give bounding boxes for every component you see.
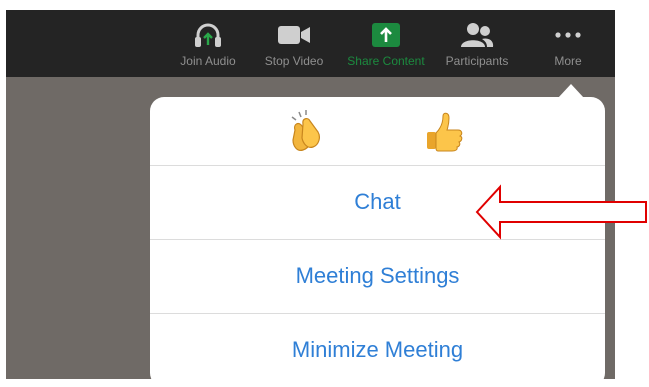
participants-icon — [460, 20, 494, 50]
more-label: More — [554, 54, 582, 68]
headphones-icon — [193, 20, 223, 50]
stop-video-label: Stop Video — [264, 54, 324, 68]
popover-pointer — [558, 84, 584, 98]
join-audio-label: Join Audio — [180, 54, 236, 68]
meeting-settings-menu-item[interactable]: Meeting Settings — [150, 240, 605, 312]
participants-label: Participants — [445, 54, 509, 68]
minimize-meeting-menu-item[interactable]: Minimize Meeting — [150, 314, 605, 386]
stop-video-button[interactable]: Stop Video — [256, 10, 332, 77]
share-content-button[interactable]: Share Content — [340, 10, 432, 77]
more-menu-popover: Chat Meeting Settings Minimize Meeting — [150, 97, 605, 387]
clapping-hands-icon[interactable] — [287, 110, 331, 154]
annotation-arrow-icon — [475, 184, 647, 240]
join-audio-button[interactable]: Join Audio — [170, 10, 246, 77]
more-dots-icon — [553, 20, 583, 50]
share-screen-icon — [371, 20, 401, 50]
thumbs-up-icon[interactable] — [422, 110, 466, 154]
video-camera-icon — [277, 20, 311, 50]
meeting-toolbar: Join Audio Stop Video Share Content Part… — [6, 10, 615, 77]
participants-button[interactable]: Participants — [436, 10, 518, 77]
reactions-row — [150, 97, 605, 166]
share-content-label: Share Content — [347, 54, 425, 68]
more-button[interactable]: More — [544, 10, 592, 77]
